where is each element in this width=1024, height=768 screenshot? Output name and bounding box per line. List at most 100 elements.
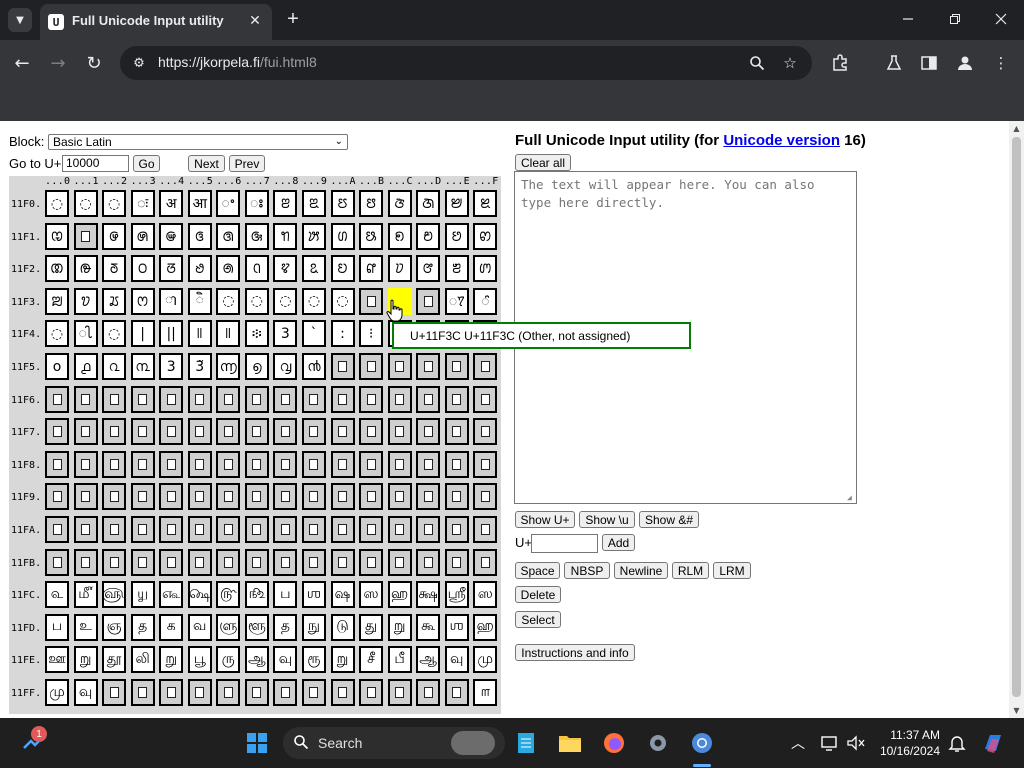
character-cell[interactable]: ◌ [216,287,241,315]
character-cell[interactable]: ஸ்ரீ [444,581,469,609]
character-cell[interactable] [45,418,69,446]
character-cell[interactable]: தூ [102,646,127,674]
character-cell[interactable]: 3 [159,353,184,380]
character-cell[interactable] [359,353,384,380]
browser-tab[interactable]: U Full Unicode Input utility ✕ [40,4,272,40]
character-cell[interactable] [273,679,298,706]
character-cell[interactable] [330,679,355,706]
character-cell[interactable]: ꢞ [159,255,184,283]
character-cell[interactable]: ௺ [244,581,269,609]
character-cell[interactable]: ꢂ [273,190,298,217]
character-cell[interactable]: து [359,613,384,641]
character-cell[interactable]: ௸ [187,581,212,609]
character-cell[interactable]: || [159,320,184,348]
character-cell[interactable]: ꢌ [102,222,127,250]
character-cell[interactable]: ◌ꢵ [444,287,469,315]
character-cell[interactable]: ` [301,320,326,348]
character-cell[interactable]: ஷ [330,581,355,609]
character-cell[interactable] [216,516,241,543]
character-cell[interactable] [73,385,98,413]
character-cell[interactable]: ൩ [130,353,155,380]
character-cell[interactable]: ௹ [216,581,241,609]
character-cell[interactable]: अ [159,190,184,217]
go-button[interactable]: Go [133,155,160,172]
character-cell[interactable] [416,287,441,315]
character-cell[interactable]: ஸ [359,581,384,609]
character-cell[interactable] [473,483,498,511]
block-select[interactable]: Basic Latin ⌄ [48,134,348,150]
character-cell[interactable] [273,450,298,478]
character-cell[interactable] [187,418,212,446]
newline-button[interactable]: Newline [614,562,668,579]
character-cell[interactable]: ꢊ [45,222,69,250]
character-cell[interactable] [444,548,469,576]
character-cell[interactable] [102,418,127,446]
character-cell[interactable] [330,450,355,478]
character-cell[interactable] [73,516,98,543]
character-cell[interactable] [45,483,69,511]
character-cell[interactable] [387,483,412,511]
character-cell[interactable] [130,548,155,576]
character-cell[interactable] [444,679,469,706]
character-cell[interactable]: ◌ꢶ [473,287,498,315]
character-cell[interactable] [244,418,269,446]
tab-search-icon[interactable]: ▼ [8,8,32,32]
restore-icon[interactable] [940,6,970,32]
character-cell[interactable]: மு [45,679,69,706]
character-cell[interactable]: த [130,613,155,641]
character-cell[interactable]: ꢁ [244,190,269,217]
character-cell[interactable]: த [273,613,298,641]
character-cell[interactable] [387,679,412,706]
character-cell[interactable]: ൯ [301,353,326,380]
character-cell[interactable]: आ [187,190,212,217]
character-cell[interactable] [301,450,326,478]
character-cell[interactable]: ꢥ [359,255,384,283]
character-cell[interactable] [102,483,127,511]
character-cell[interactable] [359,516,384,543]
character-cell[interactable]: ꢟ [187,255,212,283]
character-cell[interactable] [359,483,384,511]
character-cell[interactable] [187,548,212,576]
address-bar[interactable]: ⚙ https://jkorpela.fi/fui.html8 ☆ [120,46,812,80]
character-cell[interactable]: ◌ [45,190,69,217]
character-cell[interactable] [187,679,212,706]
character-cell[interactable] [273,483,298,511]
character-cell[interactable]: க [159,613,184,641]
character-cell[interactable]: ꢕ [359,222,384,250]
character-cell[interactable] [416,450,441,478]
character-cell[interactable]: ஹ [473,613,498,641]
character-cell[interactable]: ◌ [45,320,69,348]
character-cell[interactable]: ꣏ [187,320,212,348]
character-cell[interactable]: சீ [359,646,384,674]
rlm-button[interactable]: RLM [672,562,709,579]
character-cell[interactable] [216,679,241,706]
character-cell[interactable]: ꢖ [387,222,412,250]
character-cell[interactable]: ൭ [244,353,269,380]
character-cell[interactable]: ꢗ [416,222,441,250]
character-cell[interactable] [130,679,155,706]
character-cell[interactable] [244,385,269,413]
character-cell[interactable]: ꢇ [416,190,441,217]
character-cell[interactable]: வ [187,613,212,641]
character-cell[interactable]: ꢩ [473,255,498,283]
character-cell[interactable]: ꢙ [473,222,498,250]
character-cell[interactable]: ◌ិ [187,287,212,315]
prev-button[interactable]: Prev [229,155,265,172]
minimize-icon[interactable] [893,6,923,32]
character-cell[interactable]: ப [45,613,69,641]
character-cell[interactable]: ஶ [301,581,326,609]
character-cell[interactable] [216,418,241,446]
character-cell[interactable] [159,483,184,511]
character-cell[interactable] [159,516,184,543]
page-scrollbar[interactable]: ▲ ▼ [1009,121,1024,718]
character-cell[interactable]: ꢝ [130,255,155,283]
character-cell[interactable]: ꢜ [102,255,127,283]
character-cell[interactable]: வு [444,646,469,674]
bookmark-star-icon[interactable]: ☆ [780,53,800,73]
character-cell[interactable]: ꢆ [387,190,412,217]
character-cell[interactable] [301,385,326,413]
character-cell[interactable] [73,450,98,478]
character-cell[interactable]: : [330,320,355,348]
character-cell[interactable]: உ [73,613,98,641]
character-cell[interactable] [102,516,127,543]
